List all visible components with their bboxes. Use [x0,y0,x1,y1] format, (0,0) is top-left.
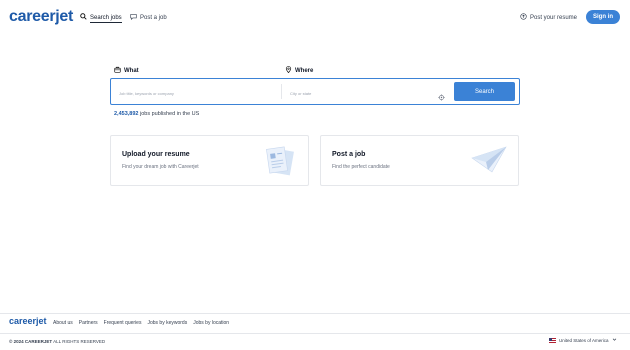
footer-link-partners[interactable]: Partners [79,320,98,326]
what-input[interactable] [117,86,286,100]
where-input[interactable] [288,86,432,100]
upload-icon [520,13,527,22]
search-divider [281,84,282,99]
jobs-count: 2,453,892 jobs published in the US [114,111,199,117]
nav-search-jobs-label: Search jobs [90,14,122,21]
post-job-title: Post a job [332,151,366,158]
region-selector[interactable]: United States of America [549,337,617,343]
footer-divider-bottom [0,333,630,334]
footer-link-jobs-by-keywords[interactable]: Jobs by keywords [147,320,187,326]
briefcase-icon [114,66,121,75]
footer-link-jobs-by-location[interactable]: Jobs by location [193,320,229,326]
footer-divider [0,313,630,314]
search-button[interactable]: Search [454,82,515,101]
what-label-text: What [124,67,139,74]
post-resume-label: Post your resume [530,14,578,21]
nav-post-a-job-label: Post a job [140,14,167,21]
footer-link-about[interactable]: About us [53,320,73,326]
us-flag-icon [549,337,556,343]
where-label: Where [285,66,313,75]
post-job-desc: Find the perfect candidate [332,164,390,170]
post-resume-link[interactable]: Post your resume [520,13,577,22]
region-label: United States of America [559,337,609,343]
where-label-text: Where [295,67,314,74]
resume-documents-icon [262,144,298,183]
chat-icon [130,13,137,22]
sign-in-button[interactable]: Sign in [586,10,620,24]
copyright-brand: © 2024 CAREERJET [9,339,53,344]
location-pin-icon [285,66,292,75]
post-job-card[interactable]: Post a job Find the perfect candidate [320,135,519,186]
jobs-count-text: jobs published in the US [140,111,200,117]
careerjet-logo[interactable]: careerjet [9,8,73,26]
chevron-down-icon [612,337,617,343]
jobs-count-number[interactable]: 2,453,892 [114,111,138,117]
footer-links: About us Partners Frequent queries Jobs … [53,320,229,326]
header: careerjet Search jobs Post a job Post yo… [0,0,630,36]
upload-resume-desc: Find your dream job with Careerjet [122,164,199,170]
nav-post-a-job[interactable]: Post a job [130,13,167,22]
search-icon [80,13,87,22]
copyright: © 2024 CAREERJET ALL RIGHTS RESERVED [9,339,105,344]
upload-resume-card[interactable]: Upload your resume Find your dream job w… [110,135,309,186]
locate-me-icon[interactable] [438,88,445,106]
footer-link-frequent-queries[interactable]: Frequent queries [104,320,142,326]
paper-plane-icon [470,144,508,181]
footer-logo[interactable]: careerjet [9,316,47,326]
upload-resume-title: Upload your resume [122,151,190,158]
what-label: What [114,66,139,75]
nav-search-jobs[interactable]: Search jobs [80,13,122,23]
active-tab-underline [90,22,122,23]
copyright-text: ALL RIGHTS RESERVED [53,339,106,344]
